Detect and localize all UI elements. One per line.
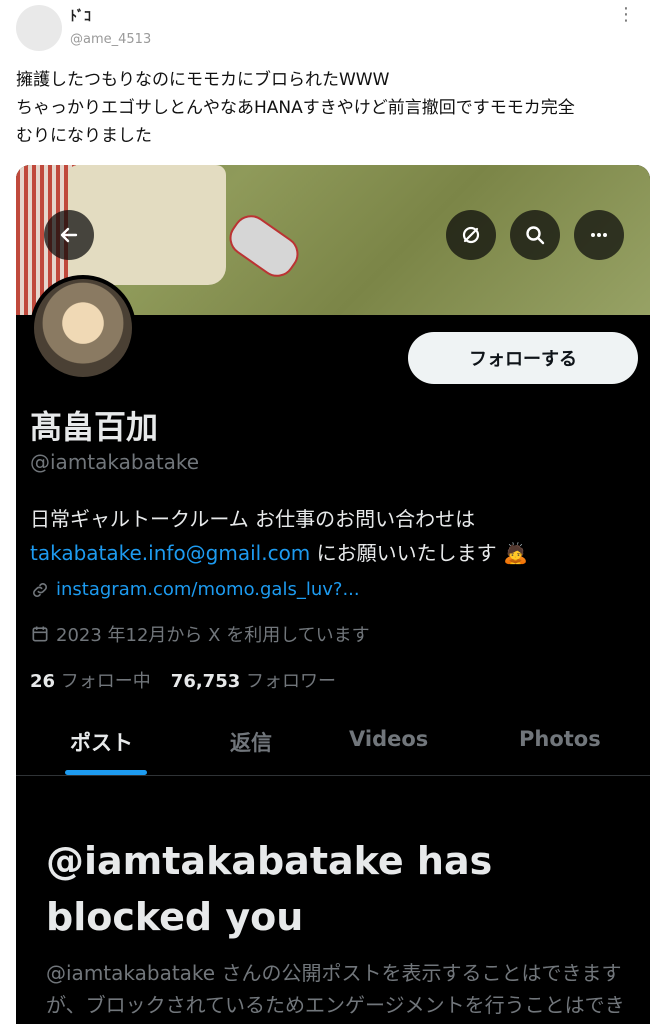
blocked-title: @iamtakabatake has blocked you	[46, 839, 493, 939]
more-icon[interactable]: ⋮	[617, 4, 636, 25]
followers-count: 76,753	[170, 671, 241, 692]
joined-date: 2023 年12月から X を利用しています	[56, 625, 370, 646]
tweet-text-line-1: 擁護したつもりなのにモモカにブロられたWWW	[16, 70, 390, 90]
blocked-body: @iamtakabatake さんの公開ポストを表示することはできますが、ブロッ…	[46, 961, 625, 1017]
link-icon	[33, 582, 47, 597]
profile-handle: @iamtakabatake	[30, 450, 200, 474]
followers-link[interactable]: 76,753 フォロワー	[171, 667, 336, 693]
tweet-author-avatar[interactable]	[16, 5, 62, 51]
tweet-text-line-2: ちゃっかりエゴサしとんやなあHANAすきやけど前言撤回ですモモカ完全	[16, 98, 575, 118]
calendar-icon	[32, 626, 48, 642]
website-link[interactable]: instagram.com/momo.gals_luv?...	[56, 579, 360, 600]
website-row: instagram.com/momo.gals_luv?...	[30, 579, 360, 600]
more-options-icon[interactable]	[574, 210, 624, 260]
joined-row: 2023 年12月から X を利用しています	[30, 621, 370, 647]
followers-label: フォロワー	[246, 671, 336, 692]
tweet-author-name[interactable]: ﾄﾞｺ	[70, 6, 91, 26]
tab-posts[interactable]: ポスト	[70, 727, 133, 757]
tweet-text-line-3: むりになりました	[16, 126, 152, 146]
tweet-text: 擁護したつもりなのにモモカにブロられたWWW ちゃっかりエゴサしとんやなあHAN…	[16, 66, 642, 150]
following-link[interactable]: 26 フォロー中	[30, 667, 151, 693]
tweet-author-handle[interactable]: @ame_4513	[70, 32, 151, 47]
profile-avatar[interactable]	[30, 275, 136, 381]
follow-counts: 26 フォロー中 76,753 フォロワー	[30, 667, 336, 693]
avatar-photo	[34, 279, 132, 377]
grok-icon[interactable]	[446, 210, 496, 260]
bio-line-2: takabatake.info@gmail.com にお願いいたします 🙇	[30, 537, 528, 566]
active-tab-indicator	[65, 770, 147, 775]
profile-display-name: 髙畠百加	[30, 408, 159, 446]
tab-videos[interactable]: Videos	[349, 727, 428, 751]
bio-line-2-suffix: にお願いいたします 🙇	[310, 541, 528, 565]
banner-can-graphic	[222, 208, 306, 284]
follow-button[interactable]: フォローする	[408, 332, 638, 384]
tab-photos[interactable]: Photos	[519, 727, 601, 751]
profile-tabs: ポスト 返信 Videos Photos	[16, 705, 650, 776]
back-arrow-icon[interactable]	[44, 210, 94, 260]
bio-line-1: 日常ギャルトークルーム お仕事のお問い合わせは	[30, 507, 476, 531]
following-count: 26	[30, 671, 56, 692]
search-icon[interactable]	[510, 210, 560, 260]
following-label: フォロー中	[60, 671, 151, 692]
bio-email-link[interactable]: takabatake.info@gmail.com	[30, 541, 310, 565]
profile-screenshot: フォローする 髙畠百加 @iamtakabatake 日常ギャルトークルーム お…	[16, 165, 650, 1024]
tweet-header: ﾄﾞｺ @ame_4513 ⋮	[0, 0, 650, 60]
tab-replies[interactable]: 返信	[230, 727, 272, 757]
